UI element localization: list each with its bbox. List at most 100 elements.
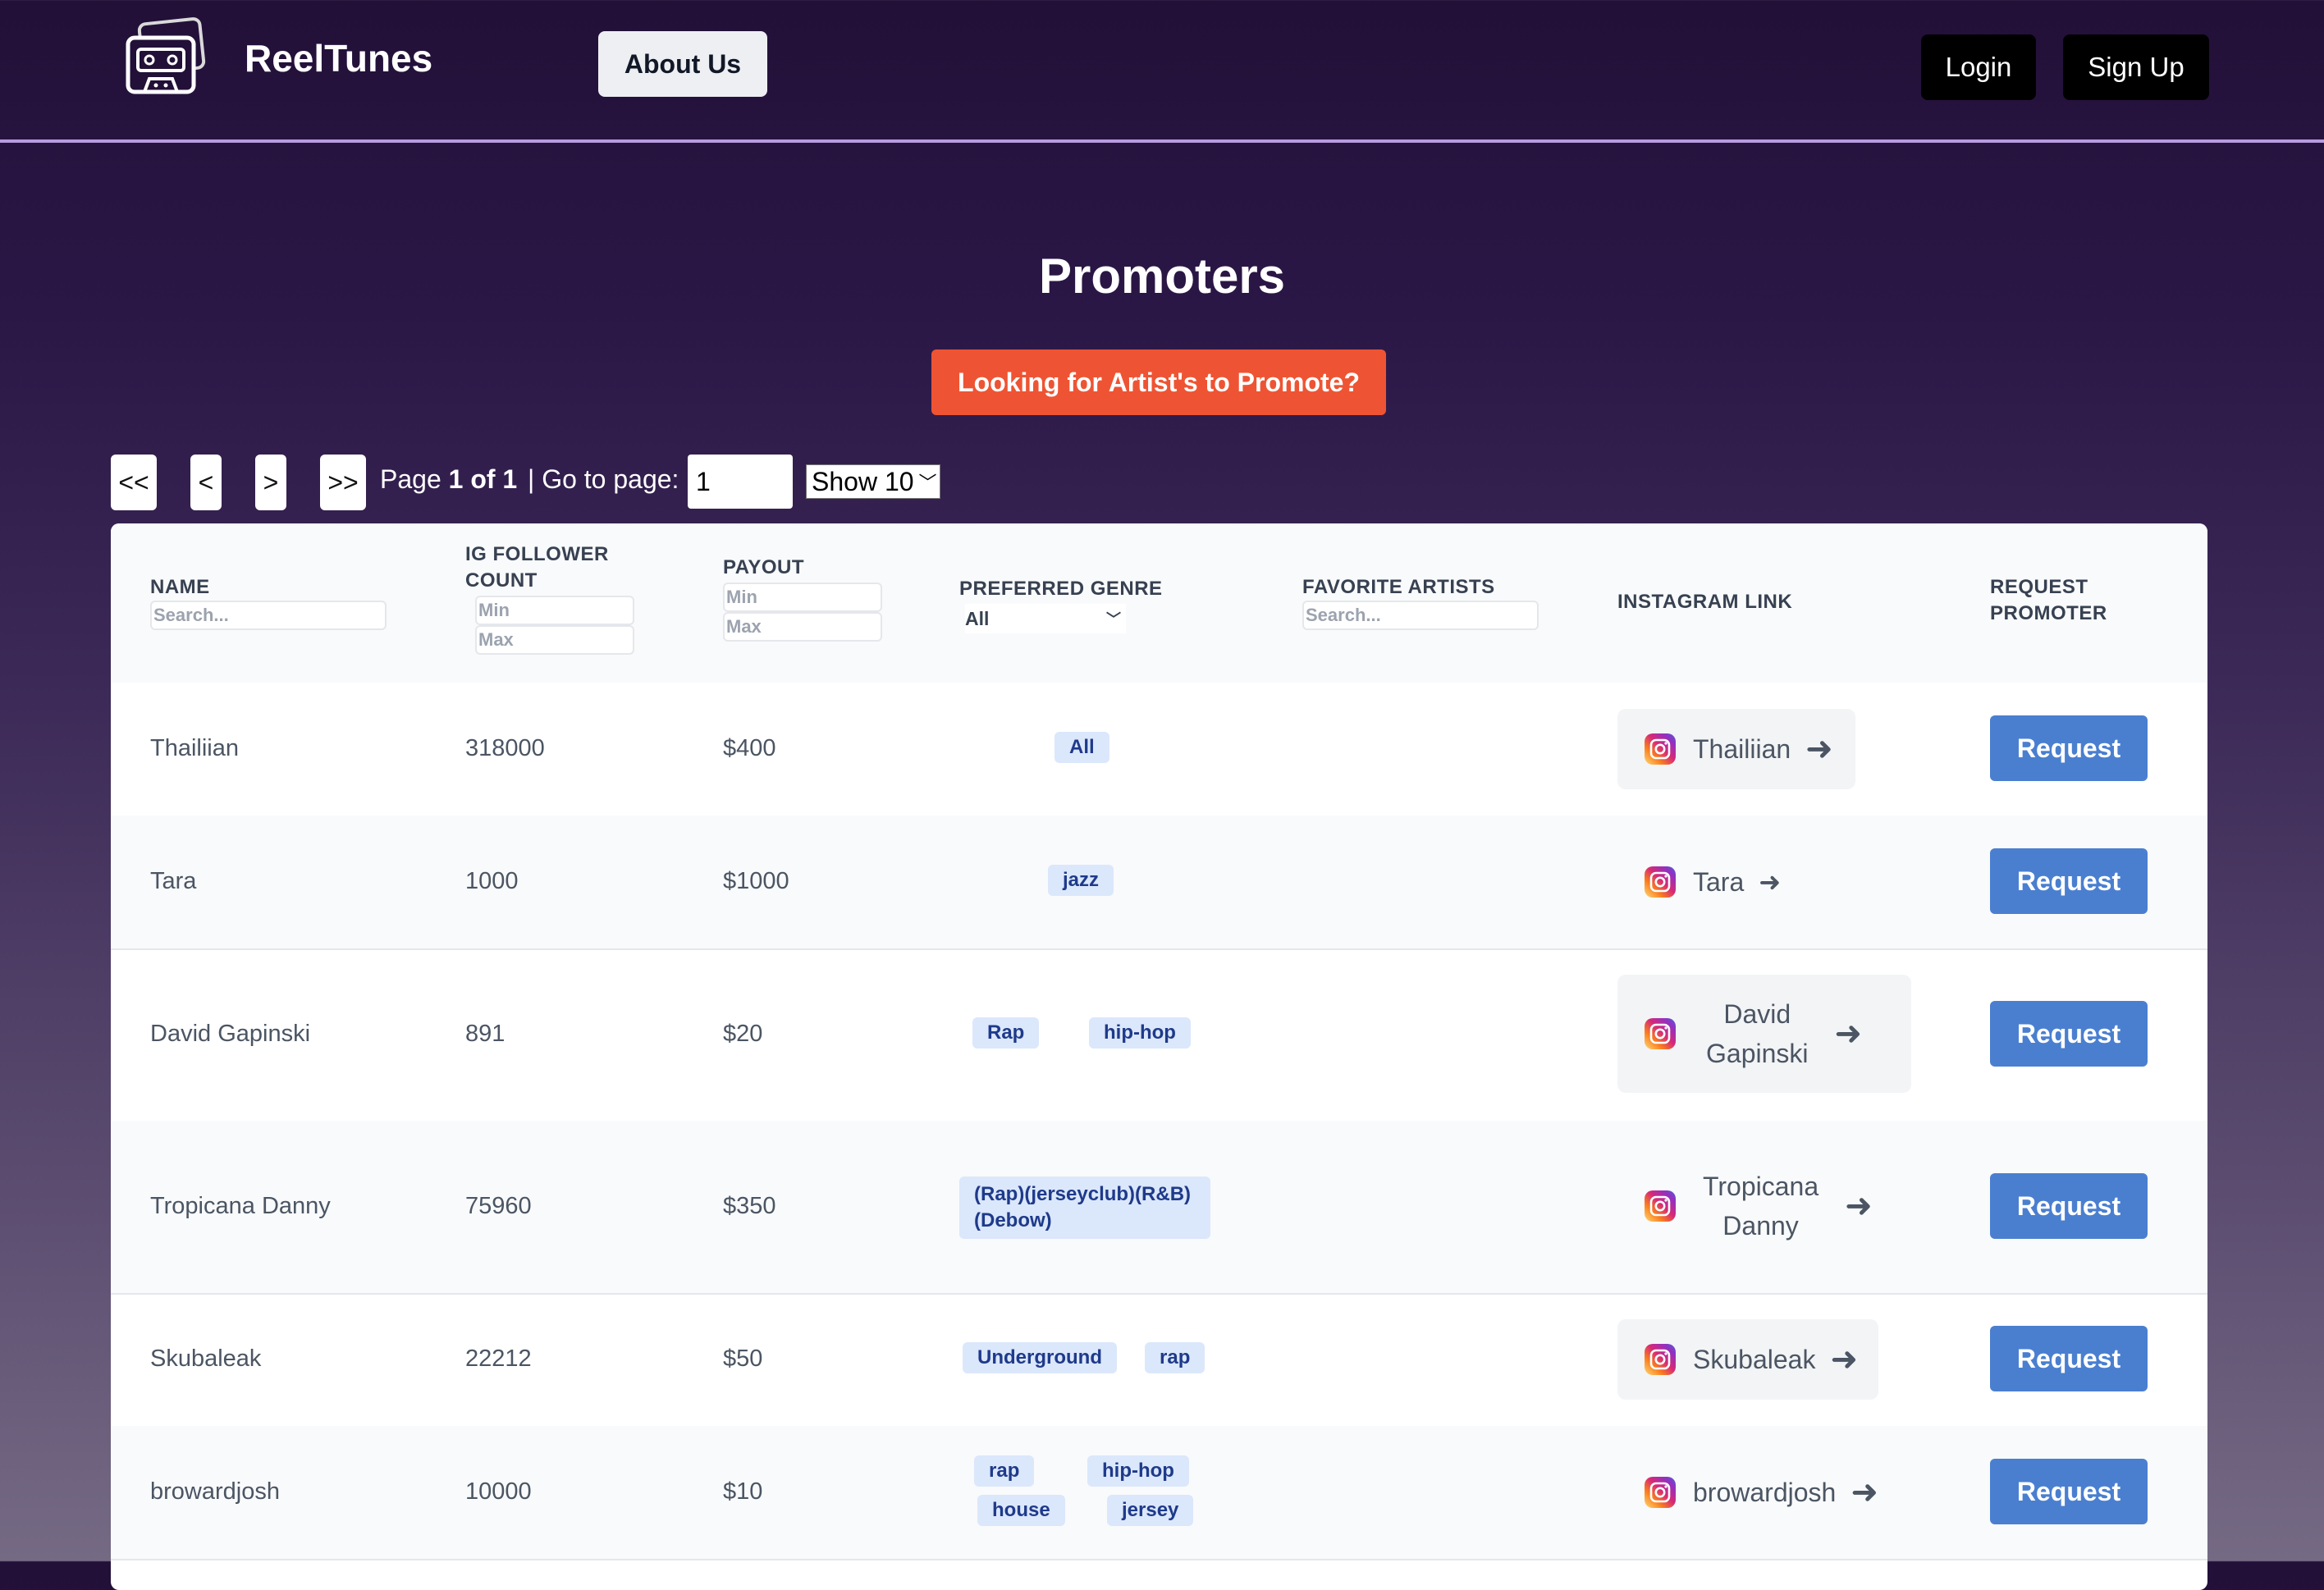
login-button[interactable]: Login (1921, 34, 2036, 100)
request-button[interactable]: Request (1990, 1326, 2148, 1391)
instagram-handle-line1: David (1723, 999, 1791, 1029)
instagram-handle: browardjosh (1693, 1478, 1837, 1507)
payout-min-input[interactable]: Min (723, 583, 882, 612)
prev-page-button[interactable]: < (190, 455, 222, 510)
genre-tag: hip-hop (1087, 1455, 1189, 1487)
page-indicator: Page 1 of 1 (380, 464, 517, 495)
request-button[interactable]: Request (1990, 715, 2148, 781)
col-request-line2: PROMOTER (1990, 602, 2107, 624)
instagram-link[interactable]: browardjosh ➜ (1617, 1452, 1896, 1533)
arrow-right-icon: ➜ (1851, 1474, 1878, 1510)
promoters-table: NAME Search... IG FOLLOWER COUNT Min Max… (111, 523, 2207, 1590)
col-request-line1: REQUEST (1990, 576, 2088, 598)
table-header: NAME Search... IG FOLLOWER COUNT Min Max… (111, 523, 2207, 683)
arrow-right-icon: ➜ (1805, 731, 1833, 767)
instagram-handle-line1: Tropicana (1703, 1172, 1819, 1201)
chevron-down-icon: ﹀ (918, 473, 937, 493)
table-row: Tara 1000 $1000 jazz Tara ➜ Request (111, 816, 2207, 950)
follower-count: 75960 (465, 1193, 532, 1219)
promoter-name: Skubaleak (150, 1346, 262, 1372)
promoter-name: Tara (150, 868, 197, 894)
next-page-button[interactable]: > (255, 455, 286, 510)
genre-tag: jazz (1048, 865, 1114, 896)
genre-select-value: All (965, 607, 990, 629)
col-followers-line1: IG FOLLOWER (465, 543, 609, 565)
payout-value: $10 (723, 1478, 763, 1505)
payout-value: $20 (723, 1021, 763, 1047)
payout-value: $350 (723, 1193, 776, 1219)
page-size-value: Show 10 (812, 466, 914, 496)
instagram-link[interactable]: Tropicana Danny ➜ (1617, 1147, 1911, 1265)
page-title: Promoters (1038, 249, 1286, 304)
genre-tag: Rap (972, 1017, 1040, 1049)
arrow-right-icon: ➜ (1759, 867, 1782, 897)
payout-max-input[interactable]: Max (723, 612, 882, 642)
col-name[interactable]: NAME (150, 574, 210, 601)
genre-tag: (Rap)(jerseyclub)(R&B) (Debow) (959, 1177, 1210, 1239)
about-us-button[interactable]: About Us (598, 31, 767, 97)
col-payout[interactable]: PAYOUT (723, 555, 804, 581)
goto-page-input[interactable] (688, 455, 793, 509)
col-favorite-artists[interactable]: FAVORITE ARTISTS (1302, 574, 1495, 601)
arrow-right-icon: ➜ (1845, 1188, 1873, 1224)
name-search-input[interactable]: Search... (150, 601, 387, 630)
page-prefix: Page (380, 464, 441, 494)
instagram-icon (1645, 1477, 1676, 1508)
col-followers[interactable]: IG FOLLOWER COUNT (465, 541, 609, 594)
top-nav: ReelTunes About Us Login Sign Up (0, 0, 2324, 143)
table-row: Tropicana Danny 75960 $350 (Rap)(jerseyc… (111, 1121, 2207, 1295)
followers-max-input[interactable]: Max (475, 625, 634, 655)
promoter-name: David Gapinski (150, 1021, 311, 1047)
instagram-handle-line2: Gapinski (1706, 1039, 1809, 1068)
instagram-link[interactable]: David Gapinski ➜ (1617, 975, 1911, 1093)
last-page-button[interactable]: >> (320, 455, 366, 510)
genre-tag: house (977, 1495, 1065, 1526)
first-page-button[interactable]: << (111, 455, 157, 510)
request-button[interactable]: Request (1990, 1001, 2148, 1067)
promoter-name: Thailiian (150, 735, 239, 761)
followers-min-input[interactable]: Min (475, 596, 634, 625)
instagram-link[interactable]: Thailiian ➜ (1617, 709, 1855, 789)
request-button[interactable]: Request (1990, 1459, 2148, 1524)
signup-button[interactable]: Sign Up (2063, 34, 2209, 100)
col-request: REQUEST PROMOTER (1990, 574, 2107, 627)
artists-search-input[interactable]: Search... (1302, 601, 1539, 630)
instagram-link[interactable]: Skubaleak ➜ (1617, 1319, 1878, 1400)
table-row: Skubaleak 22212 $50 Underground rap Skub… (111, 1293, 2207, 1428)
col-followers-line2: COUNT (465, 569, 538, 592)
instagram-icon (1645, 1190, 1676, 1222)
page-count: 1 of 1 (448, 464, 518, 494)
request-button[interactable]: Request (1990, 848, 2148, 914)
follower-count: 1000 (465, 868, 519, 894)
instagram-link[interactable]: Tara ➜ (1617, 842, 1831, 922)
instagram-icon (1645, 733, 1676, 765)
table-row: Thailiian 318000 $400 All Thailiian ➜ Re… (111, 683, 2207, 817)
find-artists-button[interactable]: Looking for Artist's to Promote? (931, 350, 1386, 415)
request-button[interactable]: Request (1990, 1173, 2148, 1239)
follower-count: 22212 (465, 1346, 532, 1372)
instagram-icon (1645, 866, 1676, 898)
page-size-select[interactable]: Show 10 ﹀ (806, 464, 940, 499)
instagram-handle: David Gapinski (1706, 994, 1809, 1073)
genre-tag: Underground (963, 1342, 1117, 1373)
col-instagram: INSTAGRAM LINK (1617, 591, 1793, 613)
genre-select[interactable]: All ﹀ (965, 604, 1126, 633)
promoter-name: browardjosh (150, 1478, 280, 1505)
genre-tag: jersey (1107, 1495, 1194, 1526)
payout-value: $400 (723, 735, 776, 761)
brand-name[interactable]: ReelTunes (245, 36, 432, 80)
instagram-icon (1645, 1344, 1676, 1375)
genre-tag: rap (974, 1455, 1035, 1487)
instagram-handle: Skubaleak (1693, 1345, 1816, 1374)
genre-tag: All (1054, 732, 1109, 763)
col-genre[interactable]: PREFERRED GENRE (959, 576, 1163, 602)
genre-tag: rap (1145, 1342, 1205, 1373)
goto-label: | Go to page: (528, 464, 679, 494)
instagram-icon (1645, 1018, 1676, 1049)
instagram-handle: Tara (1693, 867, 1745, 897)
cassette-tape-icon[interactable] (123, 16, 208, 102)
follower-count: 318000 (465, 735, 545, 761)
chevron-down-icon: ﹀ (1106, 611, 1121, 628)
arrow-right-icon: ➜ (1830, 1341, 1858, 1378)
instagram-handle: Thailiian (1693, 734, 1791, 764)
